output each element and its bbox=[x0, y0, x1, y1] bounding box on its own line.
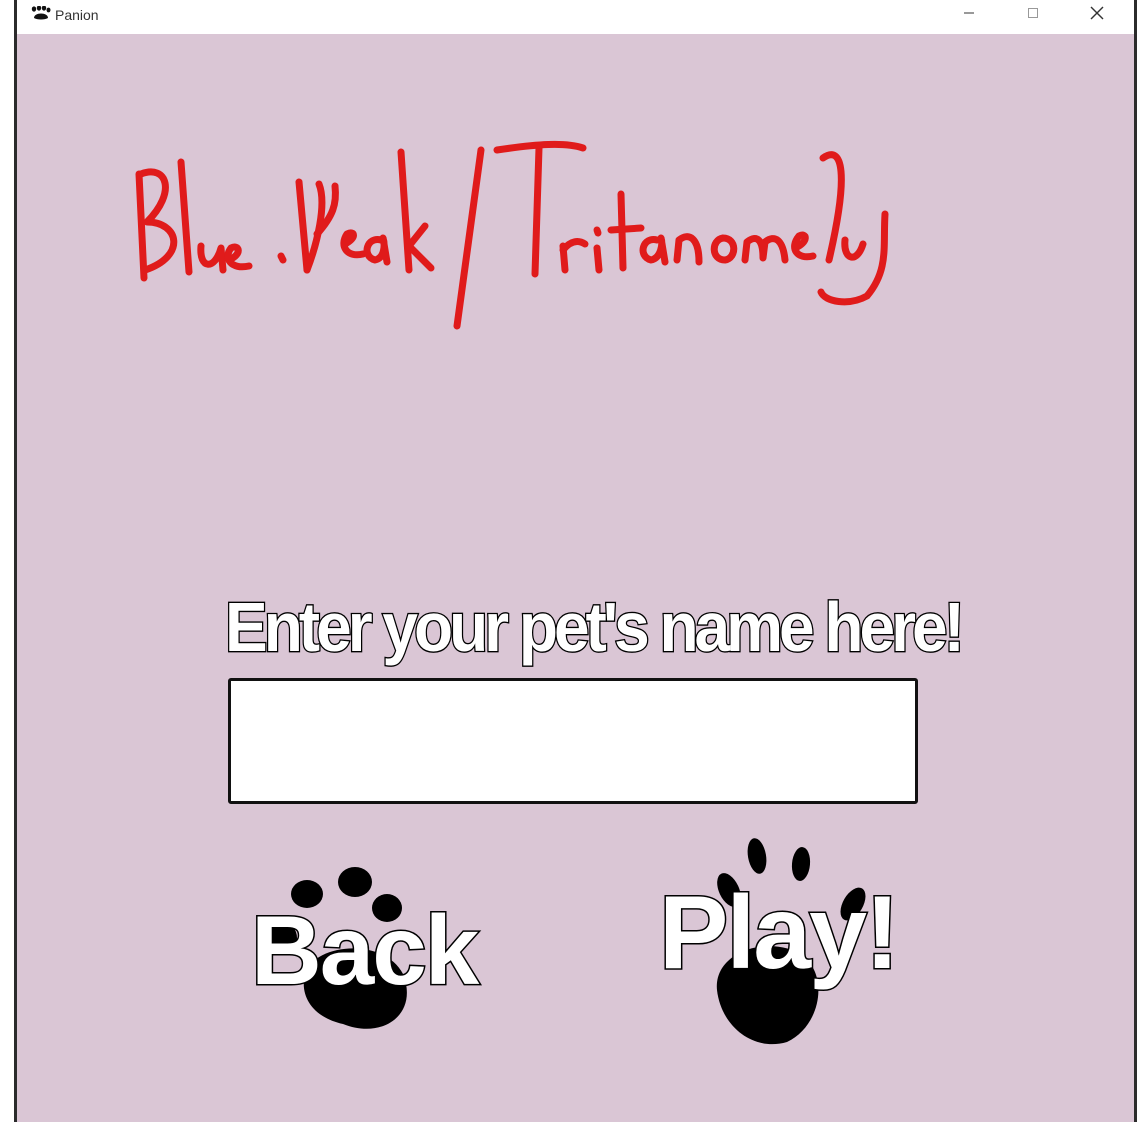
play-button-label: Play! bbox=[658, 874, 902, 993]
handwritten-annotation bbox=[135, 140, 889, 330]
game-screen: Enter your pet's name here! Back Play! bbox=[17, 34, 1134, 1122]
window-border-right bbox=[1134, 0, 1137, 1122]
back-button-label: Back bbox=[249, 894, 480, 1007]
app-window: Panion Enter your pet's name here! Back … bbox=[0, 0, 1138, 1122]
window-title: Panion bbox=[55, 7, 99, 23]
minimize-button[interactable] bbox=[941, 0, 997, 30]
maximize-icon bbox=[1027, 6, 1039, 24]
close-icon bbox=[1090, 6, 1104, 25]
close-button[interactable] bbox=[1069, 0, 1125, 30]
maximize-button[interactable] bbox=[1005, 0, 1061, 30]
back-button[interactable]: Back bbox=[243, 864, 483, 1034]
name-prompt-heading: Enter your pet's name here! bbox=[224, 587, 966, 667]
play-button[interactable]: Play! bbox=[653, 830, 913, 1050]
minimize-icon bbox=[963, 6, 975, 24]
paw-icon bbox=[31, 5, 51, 20]
title-bar[interactable]: Panion bbox=[17, 0, 1134, 34]
pet-name-input[interactable] bbox=[228, 678, 918, 804]
